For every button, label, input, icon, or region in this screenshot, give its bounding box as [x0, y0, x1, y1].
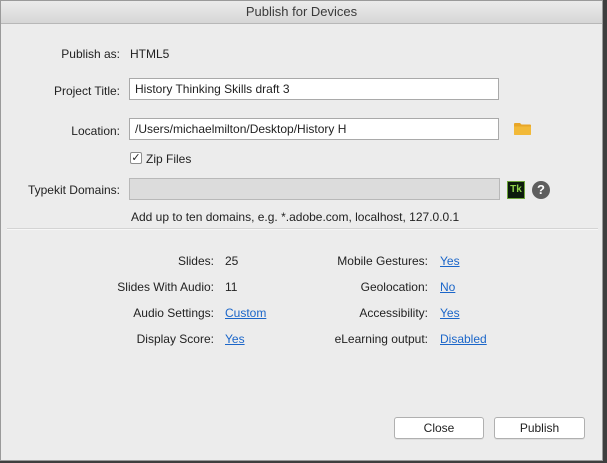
window-title: Publish for Devices — [1, 1, 602, 24]
publish-as-value: HTML5 — [130, 47, 170, 61]
typekit-domains-label: Typekit Domains: — [27, 183, 120, 197]
accessibility-label: Accessibility: — [359, 306, 428, 320]
audio-settings-link[interactable]: Custom — [225, 306, 266, 320]
publish-dialog: Publish for Devices Publish as: HTML5 Pr… — [0, 0, 603, 461]
folder-icon[interactable] — [514, 122, 531, 135]
zip-files-checkbox[interactable]: ✓ — [130, 152, 142, 164]
accessibility-link[interactable]: Yes — [440, 306, 460, 320]
help-icon[interactable]: ? — [532, 181, 550, 199]
geolocation-link[interactable]: No — [440, 280, 455, 294]
section-divider — [7, 228, 598, 230]
display-score-link[interactable]: Yes — [225, 332, 245, 346]
geolocation-label: Geolocation: — [360, 280, 428, 294]
display-score-label: Display Score: — [136, 332, 214, 346]
project-title-input[interactable] — [129, 78, 499, 100]
elearning-output-link[interactable]: Disabled — [440, 332, 487, 346]
publish-as-label: Publish as: — [61, 47, 120, 61]
slides-with-audio-label: Slides With Audio: — [117, 280, 214, 294]
close-button[interactable]: Close — [394, 417, 484, 439]
typekit-icon[interactable]: Tk — [507, 181, 525, 199]
project-title-label: Project Title: — [53, 84, 120, 98]
typekit-domains-input[interactable] — [129, 178, 500, 200]
zip-files-label[interactable]: Zip Files — [146, 152, 191, 166]
slides-with-audio-value: 11 — [225, 280, 238, 294]
slides-value: 25 — [225, 254, 239, 268]
audio-settings-label: Audio Settings: — [133, 306, 214, 320]
typekit-hint: Add up to ten domains, e.g. *.adobe.com,… — [131, 210, 460, 224]
checkmark-icon: ✓ — [131, 152, 141, 164]
mobile-gestures-label: Mobile Gestures: — [337, 254, 428, 268]
location-label: Location: — [71, 124, 120, 138]
slides-label: Slides: — [177, 254, 214, 268]
publish-button[interactable]: Publish — [494, 417, 585, 439]
background-edge — [603, 0, 607, 463]
mobile-gestures-link[interactable]: Yes — [440, 254, 460, 268]
location-input[interactable] — [129, 118, 499, 140]
elearning-output-label: eLearning output: — [334, 332, 428, 346]
